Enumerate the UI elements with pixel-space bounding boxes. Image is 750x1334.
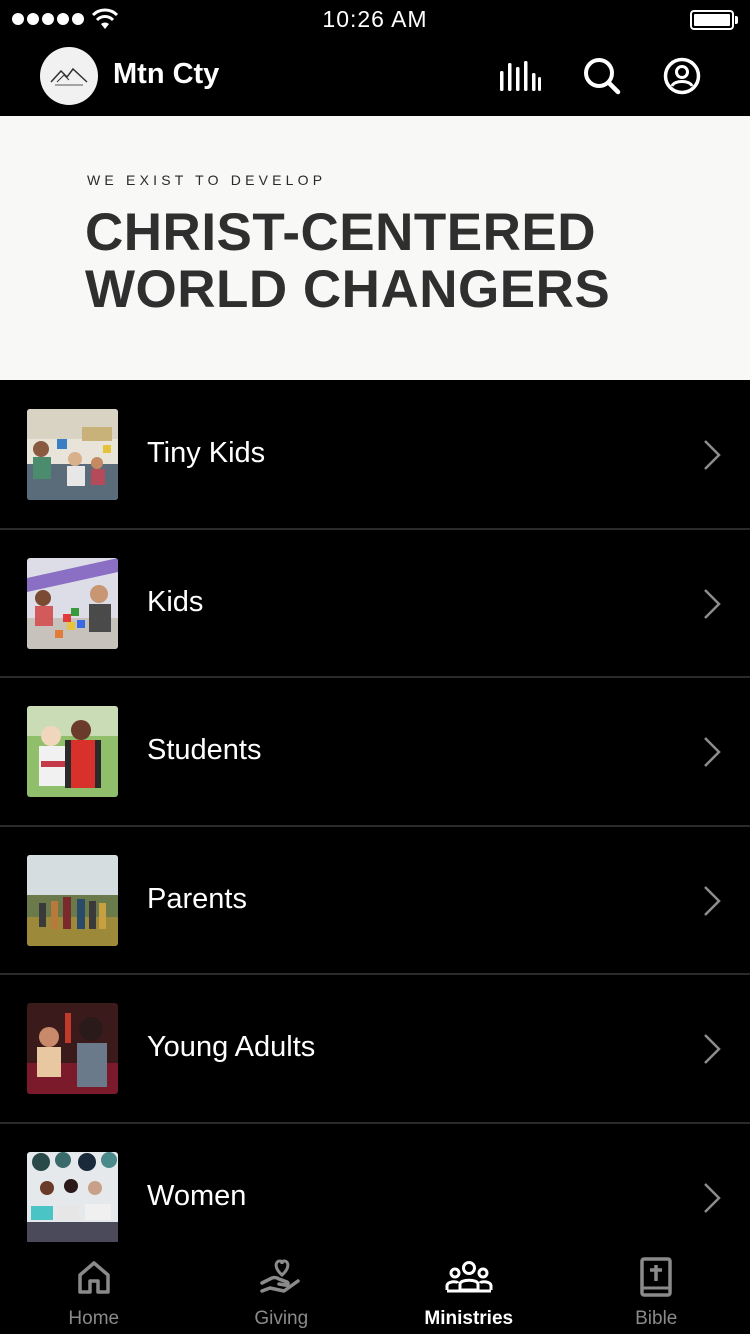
- bottom-tab-bar: Home Giving Ministries Bible: [0, 1242, 750, 1334]
- mountain-logo-icon: [50, 67, 88, 86]
- tab-bible[interactable]: Bible: [563, 1242, 750, 1334]
- ministry-thumbnail: [27, 1003, 118, 1095]
- audio-bars-icon: [500, 61, 541, 91]
- banner-subtitle: WE EXIST TO DEVELOP: [87, 172, 327, 188]
- banner-title-line2: WORLD CHANGERS: [85, 260, 611, 319]
- battery-icon: [690, 10, 738, 30]
- ministry-label: Young Adults: [147, 1031, 316, 1064]
- tab-ministries[interactable]: Ministries: [375, 1242, 563, 1334]
- app-header: Mtn Cty: [0, 40, 750, 116]
- tab-giving[interactable]: Giving: [188, 1242, 376, 1334]
- chevron-right-icon: [704, 1034, 721, 1065]
- ministries-icon: [445, 1256, 493, 1298]
- ministry-thumbnail: [27, 854, 118, 946]
- ministry-label: Students: [147, 734, 262, 767]
- ministry-thumbnail: [27, 706, 118, 798]
- chevron-right-icon: [704, 588, 721, 619]
- listen-button[interactable]: [498, 54, 542, 98]
- tab-home[interactable]: Home: [0, 1242, 188, 1334]
- ministry-label: Women: [147, 1179, 247, 1212]
- ministry-label: Parents: [147, 882, 247, 915]
- search-button[interactable]: [580, 54, 624, 98]
- ministry-item-students[interactable]: Students: [0, 678, 750, 827]
- tab-label: Home: [68, 1308, 120, 1329]
- ministry-item-young-adults[interactable]: Young Adults: [0, 975, 750, 1124]
- ministry-thumbnail: [27, 1151, 118, 1243]
- church-logo[interactable]: [40, 47, 98, 105]
- ministry-label: Tiny Kids: [147, 437, 266, 469]
- giving-icon: [257, 1256, 305, 1298]
- ministry-thumbnail: [27, 409, 118, 500]
- status-bar: 10:26 AM: [0, 0, 750, 40]
- user-profile-icon: [663, 57, 701, 95]
- app-screen: 10:26 AM Mtn Cty WE EXIST TO DEVELOP CHR…: [0, 0, 750, 1334]
- ministries-list: Tiny Kids Kids Students Parents Young Ad…: [0, 381, 750, 1273]
- home-icon: [70, 1256, 118, 1298]
- ministry-thumbnail: [27, 557, 118, 649]
- banner-title: CHRIST-CENTERED WORLD CHANGERS: [85, 204, 610, 318]
- tab-label: Ministries: [424, 1308, 514, 1329]
- bible-icon: [632, 1256, 680, 1298]
- banner-title-line1: CHRIST-CENTERED: [85, 203, 597, 262]
- chevron-right-icon: [704, 885, 721, 916]
- profile-button[interactable]: [660, 54, 704, 98]
- chevron-right-icon: [704, 1183, 721, 1213]
- ministry-label: Kids: [147, 585, 204, 618]
- chevron-right-icon: [704, 440, 721, 470]
- ministry-item-parents[interactable]: Parents: [0, 827, 750, 976]
- mission-banner: WE EXIST TO DEVELOP CHRIST-CENTERED WORL…: [0, 116, 750, 380]
- tab-label: Bible: [635, 1308, 678, 1329]
- tab-label: Giving: [254, 1308, 309, 1329]
- status-time: 10:26 AM: [322, 6, 428, 32]
- chevron-right-icon: [704, 737, 721, 768]
- ministry-item-kids[interactable]: Kids: [0, 530, 750, 679]
- search-icon: [584, 58, 621, 95]
- ministry-item-tiny-kids[interactable]: Tiny Kids: [0, 381, 750, 530]
- app-title: Mtn Cty: [113, 58, 220, 90]
